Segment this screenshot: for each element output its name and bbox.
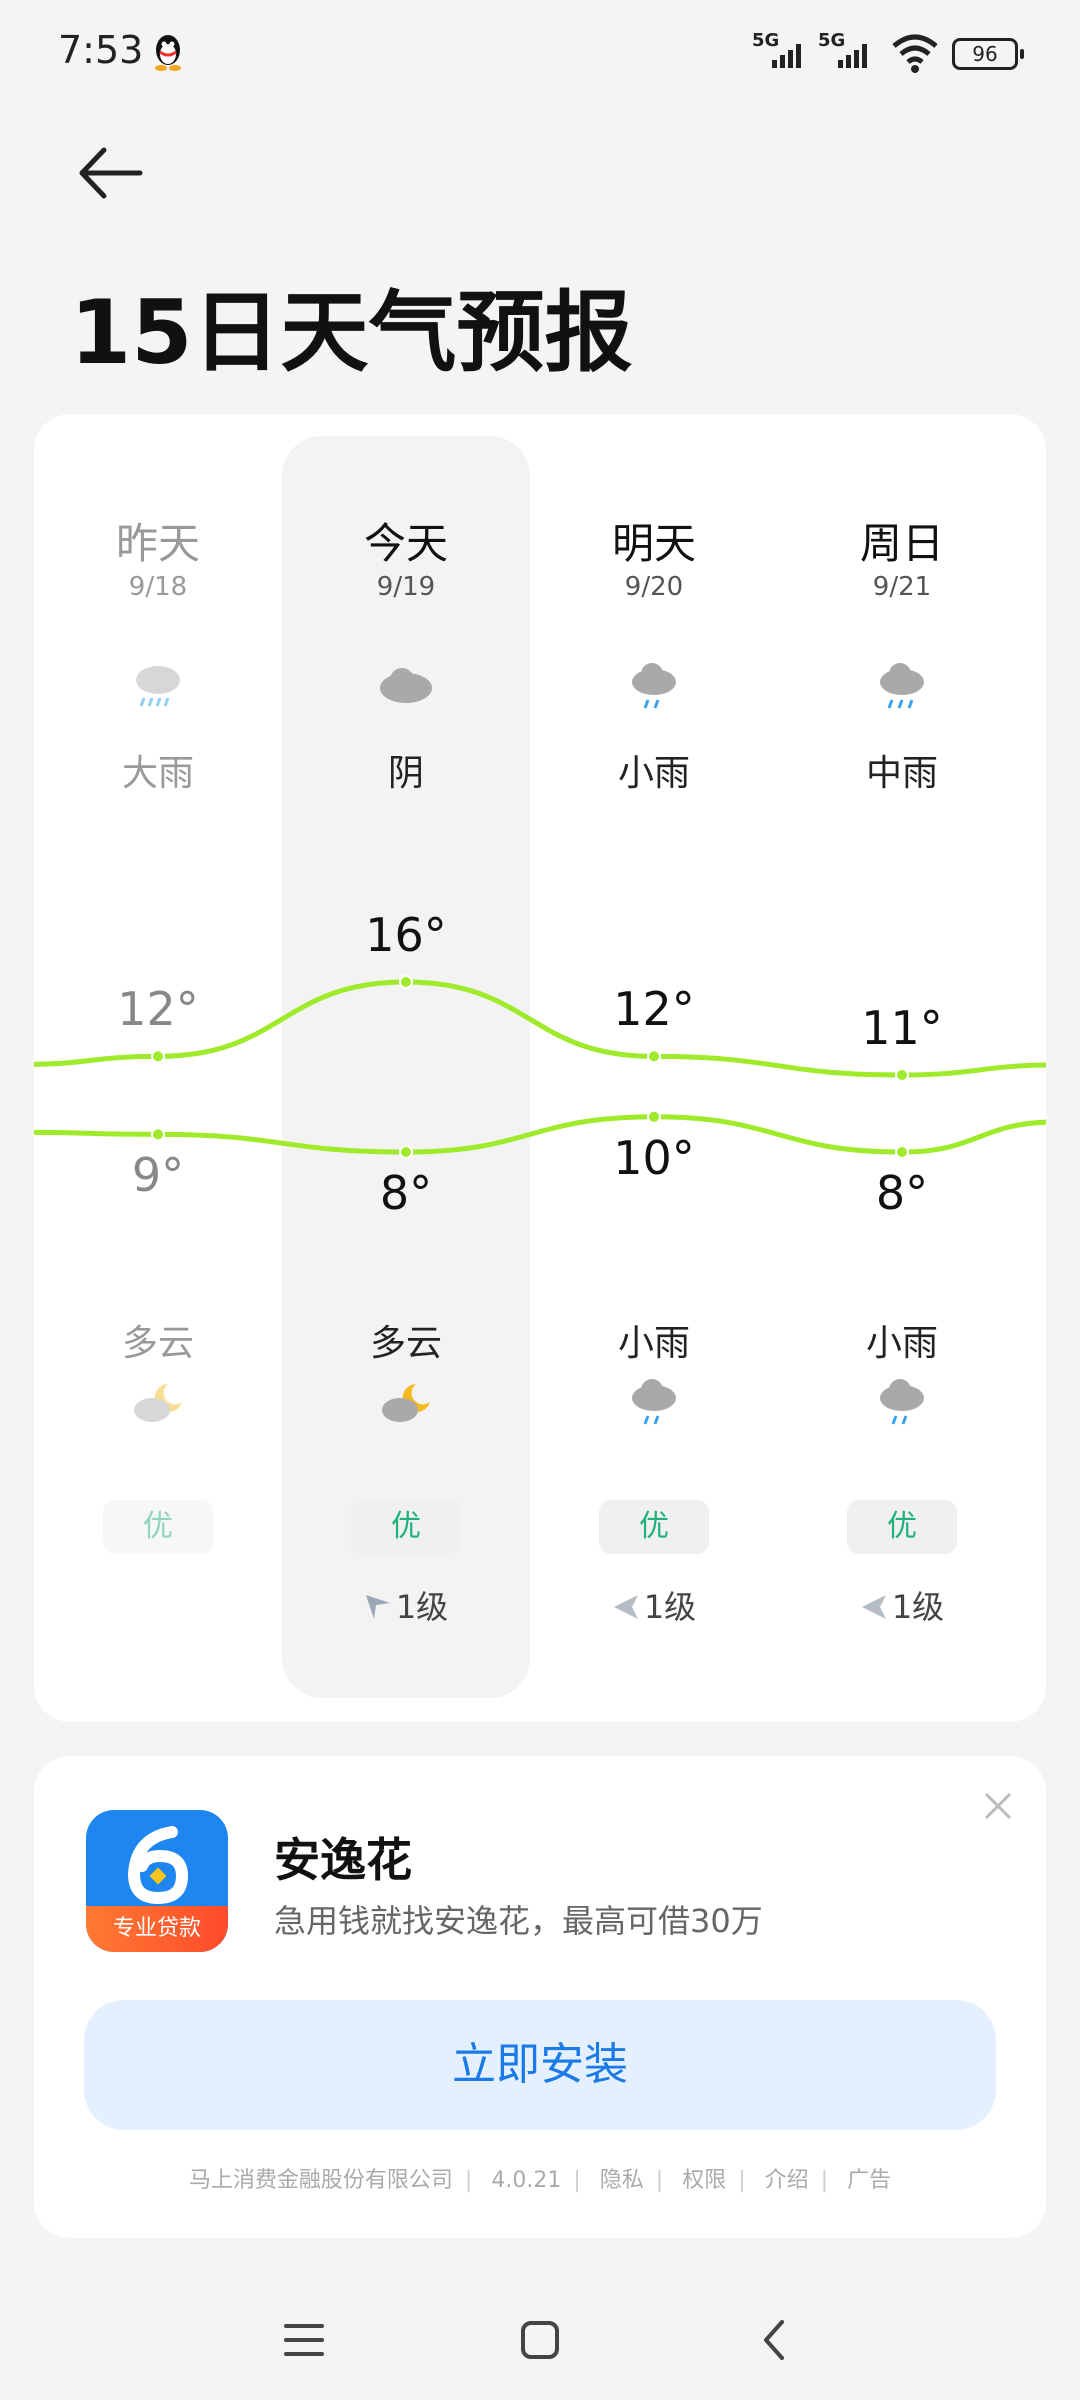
- wifi-icon: [892, 34, 938, 73]
- day-column-today[interactable]: 今天 9/19 阴 多云 优 1级: [282, 414, 530, 1722]
- status-time: 7:53: [58, 28, 144, 72]
- separator: |: [738, 2168, 746, 2193]
- separator: |: [573, 2168, 581, 2193]
- separator: |: [820, 2168, 829, 2193]
- wind-direction-icon: [613, 1595, 638, 1619]
- qq-penguin-icon: [155, 35, 181, 71]
- day-condition: 大雨: [121, 753, 194, 794]
- wind-level: 1级: [282, 1582, 530, 1628]
- day-condition: 中雨: [865, 753, 938, 794]
- home-icon[interactable]: [510, 2310, 570, 2370]
- night-condition: 小雨: [865, 1323, 938, 1364]
- battery-indicator: 96: [952, 38, 1024, 70]
- day-date: 9/21: [872, 572, 932, 602]
- wind-direction-icon: [861, 1595, 886, 1619]
- back-icon[interactable]: [746, 2310, 806, 2370]
- day-name: 昨天: [115, 519, 200, 568]
- aqi-badge: 优: [351, 1500, 461, 1554]
- low-temperature-label: 9°: [131, 1148, 185, 1203]
- high-temperature-label: 12°: [117, 982, 199, 1037]
- page-title: 15日天气预报: [70, 281, 633, 384]
- ad-app-name: 安逸花: [274, 1833, 412, 1887]
- day-name: 今天: [363, 519, 448, 568]
- day-column-yesterday[interactable]: 昨天 9/18 大雨 多云 优: [34, 414, 282, 1722]
- night-condition: 小雨: [617, 1323, 690, 1364]
- partly-cloudy-night-icon: [382, 1384, 430, 1422]
- wind-label: 1级: [395, 1588, 449, 1626]
- signal-bars-icon: [772, 44, 801, 68]
- privacy-link[interactable]: 隐私: [600, 2168, 644, 2193]
- night-condition: 多云: [121, 1323, 194, 1364]
- ad-footer: 马上消费金融股份有限公司 | 4.0.21 | 隐私 | 权限 | 介绍 | 广告: [34, 2162, 1046, 2194]
- ad-label: 广告: [847, 2168, 892, 2193]
- install-button[interactable]: 立即安装: [84, 2000, 996, 2130]
- navigation-bar: [0, 2290, 1080, 2380]
- separator: |: [464, 2168, 473, 2193]
- low-temperature-label: 10°: [613, 1130, 695, 1185]
- back-arrow-button[interactable]: [70, 138, 150, 208]
- app-logo-glyph-icon: [127, 1826, 189, 1905]
- low-temperature-label: 8°: [875, 1166, 929, 1220]
- intro-link[interactable]: 介绍: [765, 2168, 809, 2193]
- ad-description: 急用钱就找安逸花，最高可借30万: [274, 1902, 763, 1940]
- permissions-link[interactable]: 权限: [682, 2168, 726, 2193]
- separator: |: [655, 2168, 664, 2193]
- high-temperature-label: 16°: [365, 908, 447, 962]
- ad-company: 马上消费金融股份有限公司: [188, 2168, 453, 2193]
- cellular-signal-2: 5G: [818, 30, 878, 70]
- aqi-badge: 优: [847, 1500, 957, 1554]
- app-logo: 专业贷款: [86, 1810, 228, 1952]
- light-rain-icon: [632, 663, 676, 709]
- day-column-sunday[interactable]: 周日 9/21 中雨 小雨 优 1级: [778, 414, 1026, 1722]
- cellular-signal-1: 5G: [752, 30, 812, 70]
- light-rain-icon: [880, 1379, 924, 1425]
- forecast-card: 昨天 9/18 大雨 多云 优 今天 9/19 阴 多云 优 1级 明天 9/2…: [34, 414, 1046, 1722]
- day-name: 周日: [859, 519, 944, 568]
- wind-label: 1级: [891, 1588, 945, 1626]
- ad-card: 专业贷款 安逸花 急用钱就找安逸花，最高可借30万 立即安装 马上消费金融股份有…: [34, 1756, 1046, 2238]
- day-date: 9/18: [128, 572, 188, 602]
- day-date: 9/19: [376, 572, 436, 602]
- day-condition: 小雨: [617, 753, 690, 794]
- day-name: 明天: [611, 519, 696, 568]
- aqi-badge: 优: [599, 1500, 709, 1554]
- status-bar: 7:53 5G 5G 96: [0, 0, 1080, 110]
- moderate-rain-icon: [880, 663, 924, 709]
- menu-icon[interactable]: [274, 2310, 334, 2370]
- high-temperature-label: 12°: [613, 982, 695, 1037]
- aqi-badge: 优: [103, 1500, 213, 1554]
- day-date: 9/20: [624, 572, 684, 602]
- night-condition: 多云: [369, 1323, 442, 1364]
- high-temperature-label: 11°: [861, 1001, 943, 1055]
- partly-cloudy-night-icon: [134, 1384, 182, 1422]
- app-logo-tag: 专业贷款: [86, 1906, 228, 1952]
- close-icon[interactable]: [980, 1788, 1016, 1824]
- signal-bars-icon: [838, 44, 867, 68]
- day-condition: 阴: [387, 753, 424, 794]
- day-column-tomorrow[interactable]: 明天 9/20 小雨 小雨 优 1级: [530, 414, 778, 1722]
- wind-direction-icon: [365, 1595, 390, 1619]
- low-temperature-label: 8°: [379, 1166, 433, 1220]
- wind-label: 1级: [643, 1588, 697, 1626]
- ad-version: 4.0.21: [491, 2168, 562, 2193]
- overcast-icon: [380, 668, 432, 703]
- wind-level: 1级: [530, 1582, 778, 1628]
- wind-level: 1级: [778, 1582, 1026, 1628]
- light-rain-icon: [632, 1379, 676, 1425]
- heavy-rain-icon: [136, 666, 180, 707]
